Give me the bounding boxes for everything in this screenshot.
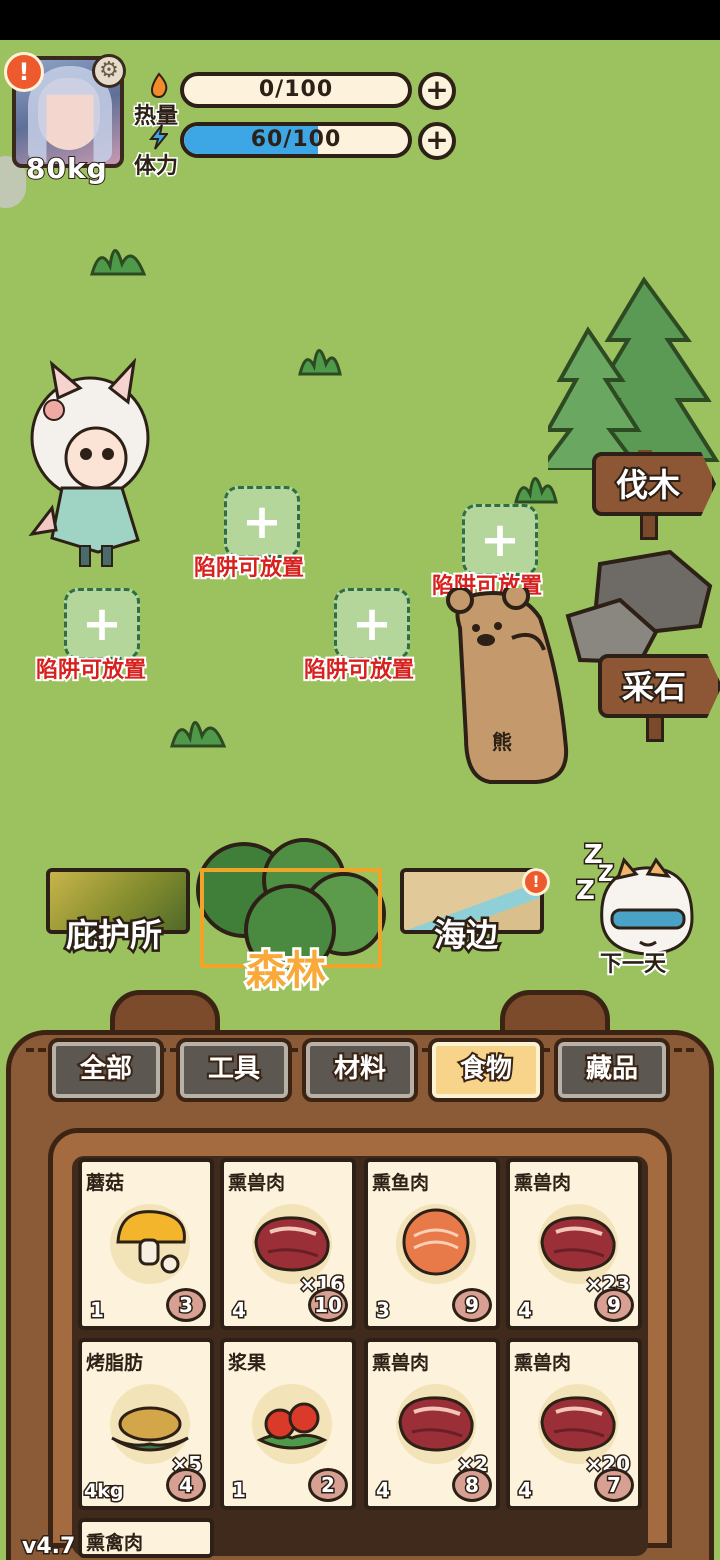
item-price-badge: 4: [166, 1468, 206, 1502]
item-name: 熏兽肉: [228, 1172, 286, 1194]
item-price-badge: 9: [452, 1288, 492, 1322]
item-name: 熏禽肉: [86, 1532, 144, 1554]
add-stamina-button[interactable]: +: [418, 122, 456, 160]
player-weight: 80kg: [25, 151, 108, 186]
item-weight: 4kg: [82, 1479, 125, 1504]
stamina-label: 体力: [132, 153, 179, 181]
item-value: 1: [89, 1297, 106, 1324]
trap-slot[interactable]: +: [224, 486, 300, 558]
plus-icon: +: [241, 494, 283, 550]
heat-bar: 0/100: [180, 72, 412, 108]
tab-tools[interactable]: 工具: [176, 1038, 292, 1102]
item-price-badge: 3: [166, 1288, 206, 1322]
heat-value: 0/100: [258, 77, 334, 102]
seaside-alert-badge: !: [522, 868, 550, 896]
item-name: 熏兽肉: [372, 1352, 430, 1374]
item-value: 4: [517, 1297, 534, 1324]
stamina-bar: 60/100: [180, 122, 412, 158]
plus-icon: +: [479, 512, 521, 568]
quarry-sign[interactable]: 采石: [598, 654, 720, 742]
inventory-item[interactable]: 熏禽肉: [78, 1518, 214, 1558]
gear-icon[interactable]: ⚙: [92, 54, 126, 88]
trap-slot[interactable]: +: [334, 588, 410, 660]
quarry-label: 采石: [620, 666, 688, 708]
lightning-icon: [148, 124, 168, 150]
tab-collectibles[interactable]: 藏品: [554, 1038, 670, 1102]
inventory-item[interactable]: 熏兽肉 ×2 4 8: [364, 1338, 500, 1510]
trap-slot-label: 陷阱可放置: [34, 656, 148, 685]
location-seaside-label: 海边: [431, 914, 500, 957]
item-value: 4: [517, 1477, 534, 1504]
item-name: 烤脂肪: [86, 1352, 144, 1374]
alert-badge[interactable]: !: [4, 52, 44, 92]
trap-slot-label: 陷阱可放置: [192, 554, 306, 583]
tab-food[interactable]: 食物: [428, 1038, 544, 1102]
tab-all[interactable]: 全部: [48, 1038, 164, 1102]
bear-label: 熊: [492, 730, 512, 754]
trap-slot[interactable]: +: [462, 504, 538, 576]
location-shelter-label: 庇护所: [63, 914, 164, 957]
bear[interactable]: [440, 588, 580, 788]
chop-wood-sign[interactable]: 伐木: [592, 452, 716, 540]
version-label: v4.7: [20, 1533, 76, 1560]
mushroom-icon: [116, 1210, 186, 1274]
item-price-badge: 7: [594, 1468, 634, 1502]
item-value: 1: [231, 1477, 248, 1504]
tab-materials[interactable]: 材料: [302, 1038, 418, 1102]
item-value: 4: [375, 1477, 392, 1504]
item-price-badge: 2: [308, 1468, 348, 1502]
item-name: 熏兽肉: [514, 1172, 572, 1194]
flame-icon: [150, 72, 168, 98]
item-name: 熏鱼肉: [372, 1172, 430, 1194]
item-value: 3: [375, 1297, 392, 1324]
fish-icon: [402, 1208, 470, 1276]
inventory-item[interactable]: 熏兽肉 ×16 4 10: [220, 1158, 356, 1330]
chop-wood-label: 伐木: [614, 464, 682, 506]
item-price-badge: 8: [452, 1468, 492, 1502]
item-name: 浆果: [228, 1352, 267, 1374]
grass-tuft: [514, 477, 558, 504]
item-name: 蘑菇: [86, 1172, 125, 1194]
trap-slot[interactable]: +: [64, 588, 140, 660]
inventory-item[interactable]: 蘑菇 1 3: [78, 1158, 214, 1330]
trap-slot-label: 陷阱可放置: [302, 656, 416, 685]
inventory-item[interactable]: 浆果 1 2: [220, 1338, 356, 1510]
plus-icon: +: [351, 596, 393, 652]
player-character[interactable]: [22, 358, 158, 570]
item-price-badge: 9: [594, 1288, 634, 1322]
inventory-item[interactable]: 熏兽肉 ×20 4 7: [506, 1338, 642, 1510]
rock-pile: [565, 549, 713, 665]
stamina-value: 60/100: [250, 127, 342, 152]
status-bar: [0, 0, 720, 40]
item-name: 熏兽肉: [514, 1352, 572, 1374]
grass-tuft: [170, 721, 227, 748]
forest-trees: [548, 276, 720, 470]
inventory-item[interactable]: 熏兽肉 ×23 4 9: [506, 1158, 642, 1330]
plus-icon: +: [81, 596, 123, 652]
game-scene[interactable]: ! ⚙ 80kg 热量 0/100 + 体力 60/100 + + 陷阱可放置 …: [0, 40, 720, 1560]
inventory-item[interactable]: 熏鱼肉 3 9: [364, 1158, 500, 1330]
grass-tuft: [90, 249, 147, 276]
inventory-panel: 全部 工具 材料 食物 藏品 蘑菇 1 3 熏兽肉 ×16 4 10 熏鱼肉 3 9 熏兽肉 ×23 4…: [0, 970, 720, 1560]
berry-icon: [256, 1402, 328, 1450]
item-price-badge: 10: [308, 1288, 348, 1322]
item-value: 4: [231, 1297, 248, 1324]
grass-tuft: [298, 349, 342, 376]
inventory-item[interactable]: 烤脂肪 ×5 4kg 4: [78, 1338, 214, 1510]
add-heat-button[interactable]: +: [418, 72, 456, 110]
